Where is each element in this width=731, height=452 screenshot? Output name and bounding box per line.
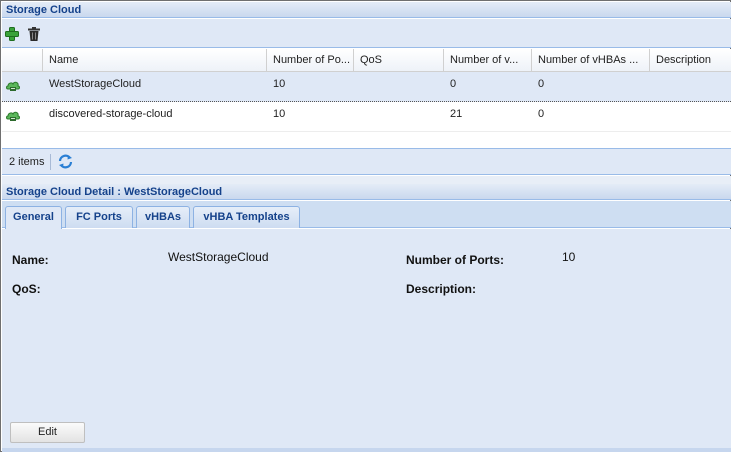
tab-general[interactable]: General <box>5 206 62 229</box>
column-header-vnum[interactable]: Number of v... <box>444 49 532 72</box>
name-label: Name: <box>12 253 49 267</box>
cell-vhbas: 0 <box>538 108 545 120</box>
detail-panel-title: Storage Cloud Detail : WestStorageCloud <box>2 184 731 200</box>
ports-value: 10 <box>562 250 576 264</box>
ports-label: Number of Ports: <box>406 253 505 267</box>
detail-form: Name: WestStorageCloud Number of Ports: … <box>2 229 731 449</box>
add-icon[interactable] <box>4 26 20 42</box>
cell-qos <box>354 102 444 132</box>
cell-ports: 10 <box>273 78 286 90</box>
item-count: 2 items <box>9 156 45 168</box>
detail-tabstrip: General FC Ports vHBAs vHBA Templates <box>2 201 731 229</box>
name-value: WestStorageCloud <box>168 250 269 264</box>
grid-header: Name Number of Po... QoS Number of v... … <box>2 49 731 72</box>
cell-qos <box>354 72 444 102</box>
table-row[interactable]: WestStorageCloud 10 0 0 <box>2 72 731 102</box>
edit-button[interactable]: Edit <box>10 422 85 443</box>
cell-vnum: 0 <box>450 78 457 90</box>
table-row[interactable]: discovered-storage-cloud 10 21 0 <box>2 102 731 132</box>
description-label: Description: <box>406 282 477 296</box>
tab-fc-ports[interactable]: FC Ports <box>65 206 133 228</box>
tab-vhba-templates[interactable]: vHBA Templates <box>193 206 300 228</box>
column-header-description[interactable]: Description <box>650 49 731 72</box>
trash-icon[interactable] <box>26 26 42 42</box>
cell-name: discovered-storage-cloud <box>49 108 173 120</box>
window-frame: Storage Cloud Name Number of Po... QoS N… <box>0 0 731 452</box>
column-header-vhbas[interactable]: Number of vHBAs ... <box>532 49 650 72</box>
paging-toolbar: 2 items <box>2 148 731 175</box>
cell-description <box>650 102 731 132</box>
cell-description <box>650 72 731 102</box>
cell-ports: 10 <box>273 108 286 120</box>
grid-toolbar <box>2 19 731 48</box>
cell-name: WestStorageCloud <box>49 78 142 90</box>
cell-vnum: 21 <box>450 108 463 120</box>
qos-label: QoS: <box>12 282 41 296</box>
column-header-ports[interactable]: Number of Po... <box>267 49 354 72</box>
toolbar-separator <box>50 154 51 170</box>
bottom-border <box>2 448 731 452</box>
tab-vhbas[interactable]: vHBAs <box>136 206 190 228</box>
storage-cloud-icon <box>5 107 21 123</box>
cell-vhbas: 0 <box>538 78 545 90</box>
column-header-icon[interactable] <box>2 49 43 72</box>
column-header-name[interactable]: Name <box>43 49 267 72</box>
refresh-icon[interactable] <box>57 153 74 170</box>
grid-body: WestStorageCloud 10 0 0 discovered-stora… <box>2 72 731 148</box>
storage-cloud-icon <box>5 77 21 93</box>
storage-cloud-panel-title: Storage Cloud <box>2 2 731 18</box>
panel-gap <box>2 176 731 184</box>
column-header-qos[interactable]: QoS <box>354 49 444 72</box>
